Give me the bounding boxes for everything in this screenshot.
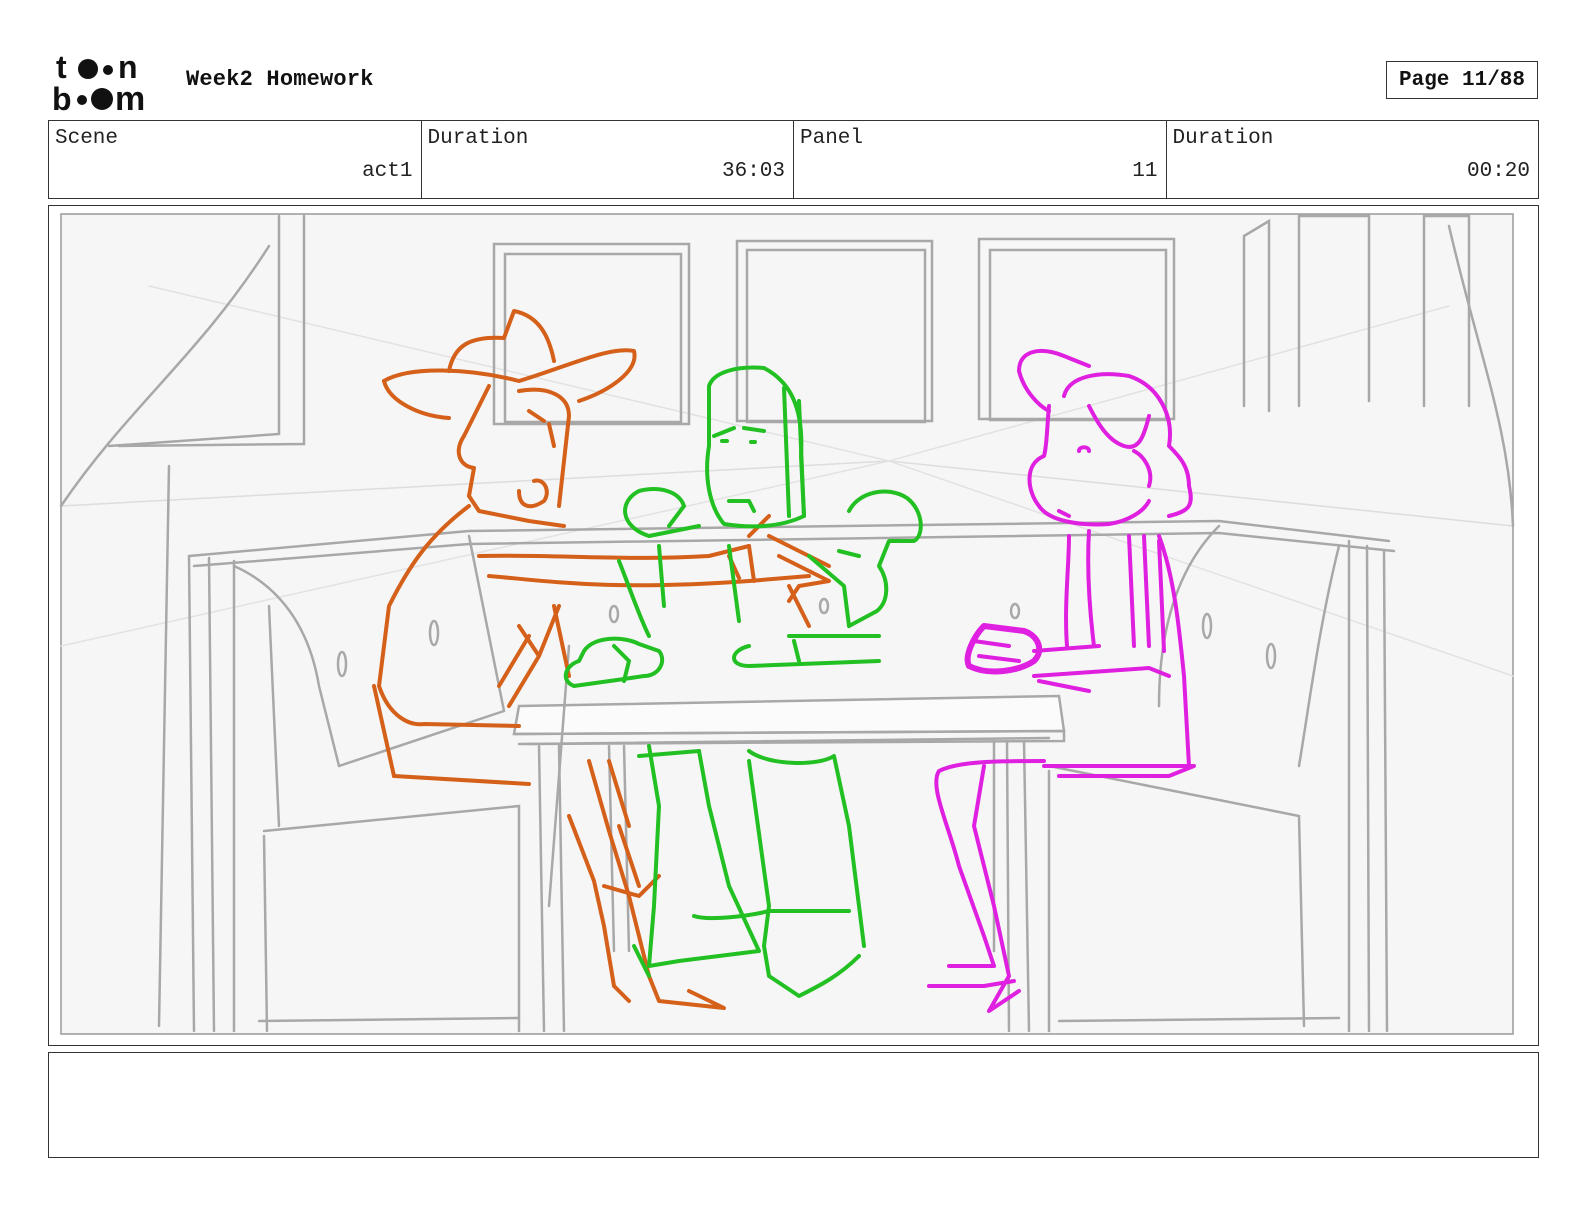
panel-value: 11: [1132, 160, 1158, 183]
panel-label: Panel: [800, 127, 864, 150]
scene-label: Scene: [55, 127, 119, 150]
panel-duration-label: Duration: [1172, 127, 1274, 150]
scene-duration-value: 36:03: [721, 160, 785, 183]
scene-duration-cell: Duration 36:03: [422, 121, 794, 198]
panel-cell: Panel 11: [794, 121, 1167, 198]
svg-text:m: m: [115, 80, 145, 114]
storyboard-sketch: [59, 213, 1515, 1035]
panel-notes-area: [48, 1052, 1539, 1158]
svg-text:b: b: [52, 81, 72, 114]
document-title: Week2 Homework: [186, 67, 374, 92]
scene-value: act1: [362, 160, 413, 183]
panel-duration-cell: Duration 00:20: [1167, 121, 1539, 198]
scene-duration-label: Duration: [427, 127, 529, 150]
panel-info-row: Scene act1 Duration 36:03 Panel 11 Durat…: [48, 120, 1539, 199]
storyboard-panel-frame: [48, 205, 1539, 1046]
page-number: Page 11/88: [1386, 61, 1538, 99]
panel-duration-value: 00:20: [1466, 160, 1530, 183]
scene-cell: Scene act1: [49, 121, 422, 198]
toonboom-logo: t n b m: [52, 50, 145, 114]
svg-text:t: t: [56, 50, 67, 85]
